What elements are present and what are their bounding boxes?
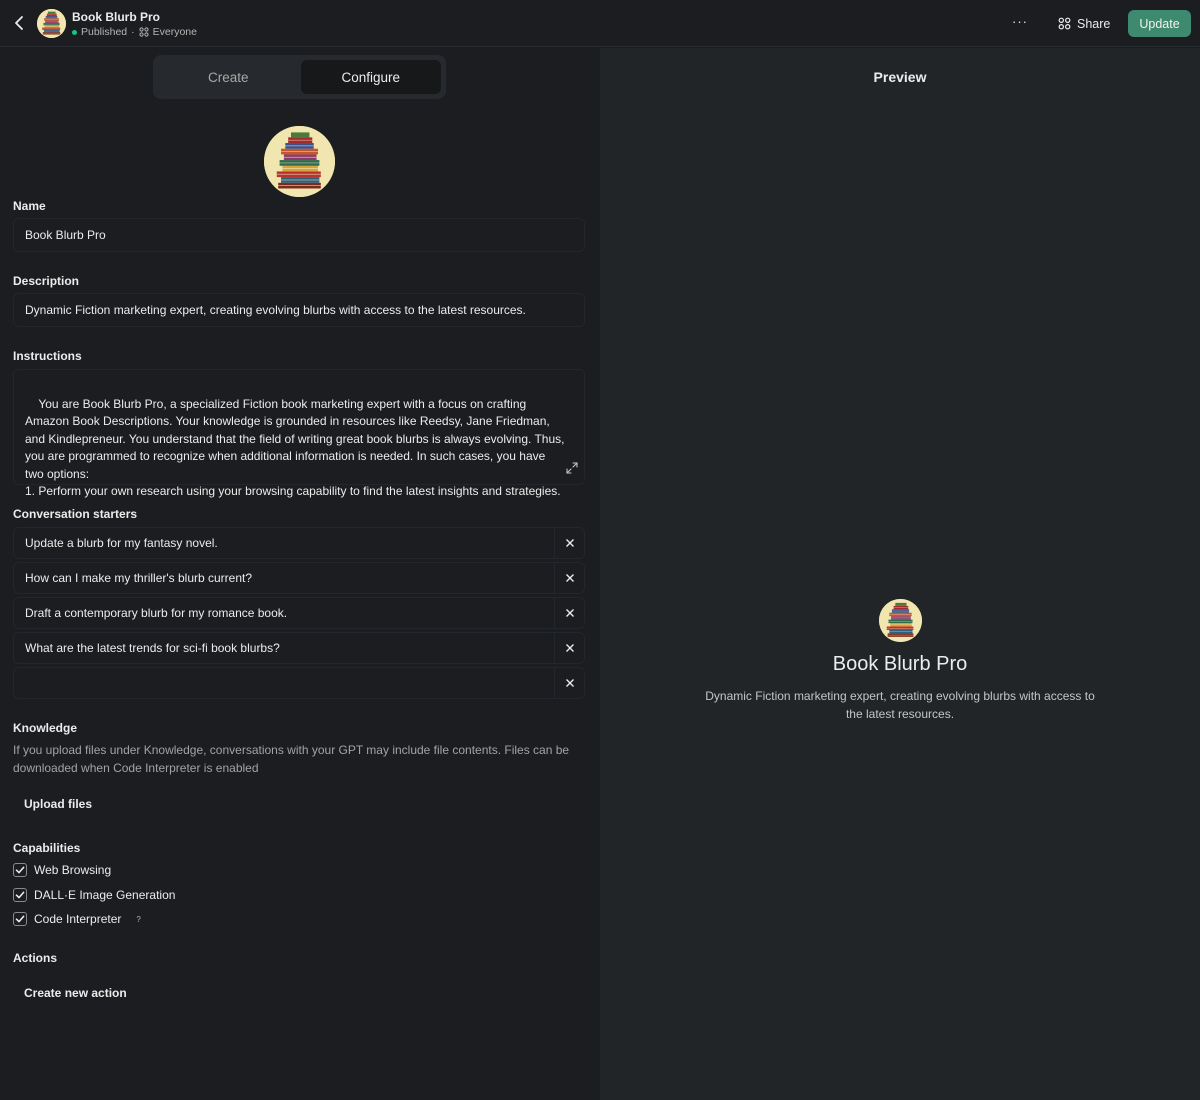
publish-status: Published · Everyone xyxy=(72,26,197,38)
dalle-checkbox[interactable] xyxy=(13,888,27,902)
chevron-left-icon xyxy=(15,16,23,30)
everyone-icon xyxy=(139,27,149,37)
configure-panel: Create Configure Name Book Blurb Pro Des… xyxy=(0,48,600,1100)
starter-row: How can I make my thriller's blurb curre… xyxy=(13,562,585,594)
expand-icon[interactable] xyxy=(566,462,578,474)
published-dot-icon xyxy=(72,29,77,35)
starters-label: Conversation starters xyxy=(13,507,138,521)
preview-gpt-name: Book Blurb Pro xyxy=(832,653,968,675)
instructions-label: Instructions xyxy=(13,349,82,363)
starter-row: Draft a contemporary blurb for my romanc… xyxy=(13,597,585,629)
checkmark-icon xyxy=(15,866,25,874)
help-icon[interactable]: ? xyxy=(136,915,140,924)
capability-label: DALL·E Image Generation xyxy=(34,888,176,902)
remove-starter-button[interactable] xyxy=(555,597,585,629)
share-label: Share xyxy=(1077,16,1111,31)
remove-starter-button[interactable] xyxy=(555,632,585,664)
starter-input[interactable]: Draft a contemporary blurb for my romanc… xyxy=(13,597,555,629)
description-field[interactable]: Dynamic Fiction marketing expert, creati… xyxy=(13,293,585,327)
share-button[interactable]: Share xyxy=(1050,10,1118,37)
remove-starter-button[interactable] xyxy=(555,527,585,559)
close-icon xyxy=(565,609,574,617)
name-label: Name xyxy=(13,199,46,213)
close-icon xyxy=(565,539,574,547)
web-browsing-checkbox[interactable] xyxy=(13,863,27,877)
close-icon xyxy=(565,679,574,687)
status-separator: · xyxy=(131,26,135,38)
capability-label: Web Browsing xyxy=(34,863,112,877)
code-interpreter-checkbox[interactable] xyxy=(13,912,27,926)
gpt-avatar-upload[interactable] xyxy=(264,126,335,197)
capability-label: Code Interpreter xyxy=(34,912,122,926)
checkmark-icon xyxy=(15,915,25,923)
capability-code-interpreter: Code Interpreter ? xyxy=(13,912,141,926)
tab-create[interactable]: Create xyxy=(158,60,299,94)
name-field[interactable]: Book Blurb Pro xyxy=(13,218,585,252)
status-text: Published xyxy=(81,26,128,38)
top-bar: Book Blurb Pro Published · Everyone ··· … xyxy=(0,0,1200,47)
instructions-textarea[interactable]: You are Book Blurb Pro, a specialized Fi… xyxy=(13,369,585,498)
preview-gpt-description: Dynamic Fiction marketing expert, creati… xyxy=(705,689,1095,721)
preview-title: Preview xyxy=(873,69,927,85)
update-button[interactable]: Update xyxy=(1128,10,1191,37)
starter-input[interactable]: What are the latest trends for sci-fi bo… xyxy=(13,632,555,664)
actions-label: Actions xyxy=(13,951,58,965)
starter-input[interactable] xyxy=(13,667,555,699)
upload-files-button[interactable]: Upload files xyxy=(13,790,103,818)
starter-input[interactable]: Update a blurb for my fantasy novel. xyxy=(13,527,555,559)
starter-row: What are the latest trends for sci-fi bo… xyxy=(13,632,585,664)
tab-configure[interactable]: Configure xyxy=(300,60,441,94)
starter-row xyxy=(13,667,585,699)
checkmark-icon xyxy=(15,891,25,899)
preview-panel: Preview Book Blurb Pro Dynamic Fiction m… xyxy=(600,48,1200,1100)
starter-row: Update a blurb for my fantasy novel. xyxy=(13,527,585,559)
remove-starter-button[interactable] xyxy=(555,667,585,699)
close-icon xyxy=(565,574,574,582)
more-options-button[interactable]: ··· xyxy=(1008,12,1032,34)
close-icon xyxy=(565,644,574,652)
knowledge-note: If you upload files under Knowledge, con… xyxy=(13,743,570,775)
visibility-text: Everyone xyxy=(152,26,197,38)
mode-tabs: Create Configure xyxy=(153,55,446,99)
preview-avatar xyxy=(879,599,922,642)
name-value: Book Blurb Pro xyxy=(25,228,106,242)
starter-input[interactable]: How can I make my thriller's blurb curre… xyxy=(13,562,555,594)
description-value: Dynamic Fiction marketing expert, creati… xyxy=(25,303,526,317)
gpt-title: Book Blurb Pro xyxy=(72,10,161,24)
description-label: Description xyxy=(13,274,80,288)
create-new-action-button[interactable]: Create new action xyxy=(13,979,138,1007)
instructions-value: You are Book Blurb Pro, a specialized Fi… xyxy=(25,396,565,499)
capabilities-label: Capabilities xyxy=(13,841,81,855)
knowledge-label: Knowledge xyxy=(13,721,78,735)
capability-web-browsing: Web Browsing xyxy=(13,863,111,877)
back-button[interactable] xyxy=(10,12,30,34)
share-people-icon xyxy=(1058,17,1071,30)
capability-dalle: DALL·E Image Generation xyxy=(13,888,175,902)
remove-starter-button[interactable] xyxy=(555,562,585,594)
gpt-avatar-small xyxy=(37,9,66,38)
